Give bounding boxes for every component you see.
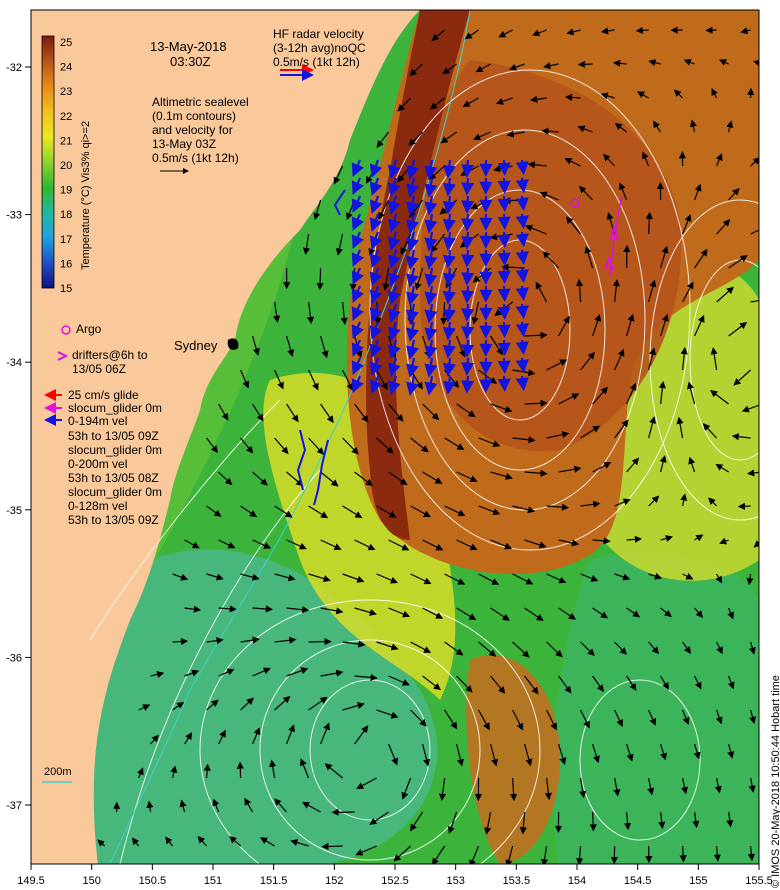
x-tick-label: 154.5: [624, 875, 652, 887]
altimetry-velocity-arrow: [763, 194, 776, 200]
y-tick-label: -33: [6, 210, 22, 222]
altimetry-velocity-arrow: [577, 60, 593, 68]
glider2-line1: slocum_glider 0m: [68, 443, 163, 457]
argo-legend-label: Argo: [76, 322, 102, 336]
altimetry-velocity-arrow: [763, 336, 780, 346]
altimetry-velocity-arrow: [763, 744, 766, 757]
hf-radar-velocity-arrow: [497, 303, 511, 320]
x-axis-ticks: 149.5 150 150.5 151 151.5 152 152.5 153 153.5 154…: [17, 864, 773, 887]
hf-radar-subtitle: (3-12h avg)noQC: [273, 41, 366, 55]
hf-radar-velocity-arrow: [497, 159, 511, 176]
colorbar-tick-label: 23: [60, 86, 72, 98]
altimetry-line4: 13-May 03Z: [152, 137, 217, 151]
colorbar-tick-label: 20: [60, 160, 72, 172]
y-tick-label: -36: [6, 652, 22, 664]
hf-radar-velocity-arrow: [461, 339, 475, 358]
colorbar-tick-label: 17: [60, 234, 72, 246]
hf-radar-velocity-arrow: [497, 267, 511, 284]
altimetry-line2: (0.1m contours): [152, 109, 237, 123]
isobath-legend-label: 200m: [44, 766, 72, 778]
colorbar-tick-label: 25: [60, 37, 72, 49]
x-tick-label: 152.5: [381, 875, 409, 887]
colorbar-label: Temperature (°C) Vis3% qi>=2: [80, 120, 92, 270]
x-tick-label: 153.5: [503, 875, 531, 887]
drifter-legend-label: drifters@6h to: [72, 348, 148, 362]
glider3-line2: 0-128m vel: [68, 499, 128, 513]
x-tick-label: 151: [204, 875, 222, 887]
hf-radar-velocity-arrow: [497, 249, 511, 266]
glider3-line3: 53h to 13/05 09Z: [68, 513, 159, 527]
hf-radar-velocity-arrow: [461, 177, 475, 196]
x-tick-label: 151.5: [260, 875, 288, 887]
glider2-line2: 0-200m vel: [68, 457, 128, 471]
y-tick-label: -35: [6, 505, 22, 517]
hf-radar-velocity-arrow: [461, 231, 475, 250]
hf-radar-velocity-arrow: [461, 195, 475, 214]
hf-radar-velocity-arrow: [461, 285, 475, 304]
x-tick-label: 154: [568, 875, 586, 887]
hf-radar-velocity-arrow: [461, 303, 475, 322]
colorbar-tick-label: 16: [60, 258, 72, 270]
hf-radar-velocity-arrow: [497, 177, 511, 194]
x-tick-label: 153: [446, 875, 464, 887]
altimetry-velocity-arrow: [763, 608, 764, 619]
cool-water-patch: [551, 552, 759, 864]
map-date: 13-May-2018: [150, 39, 227, 54]
glider2-line3: 53h to 13/05 08Z: [68, 471, 159, 485]
map-time: 03:30Z: [170, 54, 211, 69]
hf-radar-velocity-arrow: [497, 375, 511, 392]
hf-radar-velocity-arrow: [461, 321, 475, 340]
x-tick-label: 155.5: [745, 875, 773, 887]
altimetry-velocity-arrow: [321, 842, 343, 851]
altimetry-velocity-arrow: [763, 125, 770, 132]
hf-radar-velocity-arrow: [497, 195, 511, 212]
hf-radar-velocity-arrow: [497, 285, 511, 302]
colorbar-tick-label: 22: [60, 111, 72, 123]
glider1-line3: 53h to 13/05 09Z: [68, 429, 159, 443]
altimetry-velocity-arrow: [737, 502, 751, 510]
altimetry-line1: Altimetric sealevel: [152, 95, 249, 109]
colorbar-tick-label: 21: [60, 135, 72, 147]
hf-radar-velocity-arrow: [497, 321, 511, 338]
hf-radar-velocity-arrow: [497, 357, 511, 374]
sydney-label: Sydney: [174, 338, 218, 353]
temperature-colorbar: [41, 35, 55, 289]
hf-radar-velocity-arrow: [497, 339, 511, 356]
altimetry-line5: 0.5m/s (1kt 12h): [152, 151, 239, 165]
colorbar-tick-label: 24: [60, 62, 72, 74]
hf-radar-velocity-arrow: [461, 357, 475, 376]
imos-credit: © IMOS 20-May-2018 10:50:44 Hobart time: [770, 675, 780, 888]
x-tick-label: 150.5: [139, 875, 167, 887]
glider1-line2: 0-194m vel: [68, 414, 128, 428]
x-tick-label: 149.5: [17, 875, 45, 887]
y-tick-label: -37: [6, 800, 22, 812]
y-tick-label: -32: [6, 62, 22, 74]
hf-radar-velocity-arrow: [461, 249, 475, 268]
x-tick-label: 155: [689, 875, 707, 887]
y-axis-ticks: -32 -33 -34 -35 -36 -37: [6, 62, 31, 812]
hf-radar-velocity-arrow: [497, 213, 511, 230]
hf-radar-velocity-arrow: [461, 159, 475, 178]
hf-radar-title: HF radar velocity: [273, 27, 364, 41]
colorbar-tick-label: 15: [60, 283, 72, 295]
x-tick-label: 150: [82, 875, 100, 887]
colorbar-tick-label: 19: [60, 185, 72, 197]
hf-radar-scale: 0.5m/s (1kt 12h): [273, 55, 360, 69]
drifter-legend-label-2: 13/05 06Z: [72, 362, 127, 376]
y-tick-label: -34: [6, 357, 22, 369]
glider3-line1: slocum_glider 0m: [68, 485, 163, 499]
altimetry-velocity-arrow: [763, 265, 780, 268]
altimetry-velocity-arrow: [763, 676, 766, 688]
altimetry-line3: and velocity for: [152, 123, 233, 137]
colorbar-tick-label: 18: [60, 209, 72, 221]
x-tick-label: 152: [325, 875, 343, 887]
altimetry-velocity-arrow: [316, 267, 324, 291]
hf-radar-velocity-arrow: [461, 213, 475, 232]
hf-radar-velocity-arrow: [461, 375, 475, 394]
altimetry-velocity-arrow: [635, 26, 649, 34]
altimetry-velocity-arrow: [763, 812, 765, 826]
hf-radar-velocity-arrow: [461, 267, 475, 286]
hf-radar-velocity-arrow: [497, 231, 511, 248]
